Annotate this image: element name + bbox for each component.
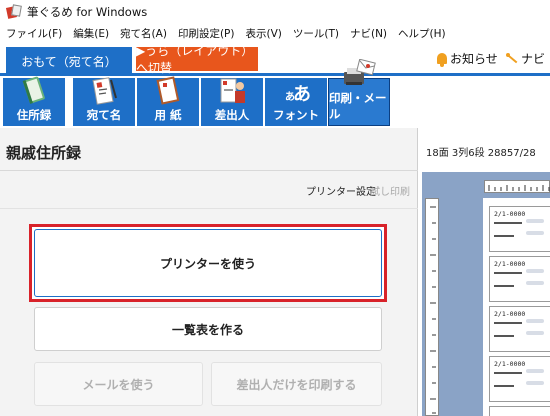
divider (0, 208, 418, 209)
toolbar-address-book-label: 住所録 (16, 108, 52, 122)
side-tab-row: おもて（宛て名） ▶うら（レイアウト）へ切替 お知らせ ナビ (0, 42, 550, 76)
address-card: 2/1-0000 (489, 306, 550, 352)
magic-wand-icon (506, 52, 518, 65)
paper-icon (151, 76, 185, 106)
toolbar-recipient-button[interactable]: 宛て名 (73, 76, 135, 126)
postcard-icon (87, 76, 121, 106)
menu-address[interactable]: 宛て名(A) (120, 26, 167, 41)
left-ruler (425, 198, 439, 416)
print-options-panel: 親戚住所録 プリンター設定 試し印刷 プリンターを使う 一覧表を作る メールを使… (0, 128, 418, 416)
menu-print-settings[interactable]: 印刷設定(P) (178, 26, 235, 41)
toolbar-sender-button[interactable]: 差出人 (201, 78, 263, 126)
card-zip: 2/1-0000 (494, 360, 526, 368)
card-zip: 2/1-0000 (494, 310, 526, 318)
toolbar-recipient-label: 宛て名 (86, 108, 122, 122)
divider (0, 170, 418, 171)
menu-help[interactable]: ヘルプ(H) (398, 26, 446, 41)
address-card: 2/1-0000 (489, 206, 550, 252)
printer-settings-link[interactable]: プリンター設定 (306, 183, 376, 198)
window-title: 筆ぐるめ for Windows (27, 5, 148, 19)
panel-title: 親戚住所録 (6, 144, 82, 162)
notice-label: お知らせ (450, 52, 498, 66)
print-sender-only-button: 差出人だけを印刷する (211, 362, 382, 406)
toolbar-print-mail-button[interactable]: 印刷・メール (328, 58, 390, 126)
toolbar-address-book-button[interactable]: 住所録 (3, 76, 65, 126)
top-ruler (484, 180, 550, 193)
menu-tools[interactable]: ツール(T) (293, 26, 339, 41)
menu-bar: ファイル(F) 編集(E) 宛て名(A) 印刷設定(P) 表示(V) ツール(T… (0, 24, 550, 42)
toolbar-font-button[interactable]: ああ フォント (265, 78, 327, 126)
address-card: 2/1-0000 (489, 356, 550, 402)
make-list-button[interactable]: 一覧表を作る (34, 307, 382, 351)
toolbar-paper-label: 用 紙 (154, 108, 182, 122)
main-toolbar: 住所録 宛て名 用 紙 差出人 ああ フォント 印刷・メール (0, 58, 550, 128)
layout-info: 18面 3列6段 28857/28 (426, 148, 536, 159)
title-bar: 筆ぐるめ for Windows (0, 0, 550, 24)
menu-navi[interactable]: ナビ(N) (350, 26, 387, 41)
navi-label: ナビ (521, 52, 546, 66)
app-icon (5, 4, 22, 19)
address-book-icon (17, 76, 51, 106)
navi-link[interactable]: ナビ (506, 50, 545, 67)
use-printer-button[interactable]: プリンターを使う (34, 229, 382, 297)
card-zip: 2/1-0000 (494, 210, 526, 218)
toolbar-font-label: フォント (273, 108, 319, 122)
bell-icon (437, 53, 447, 67)
use-mail-button: メールを使う (34, 362, 203, 406)
toolbar-print-mail-label: 印刷・メール (329, 91, 387, 121)
menu-view[interactable]: 表示(V) (245, 26, 281, 41)
address-card (489, 406, 550, 416)
layout-preview-panel: 18面 3列6段 28857/28 2/1-0000 2/1-0000 2/1-… (419, 128, 550, 416)
tab-switch-back-layout[interactable]: ▶うら（レイアウト）へ切替 (136, 44, 258, 75)
menu-edit[interactable]: 編集(E) (73, 26, 109, 41)
toolbar-paper-button[interactable]: 用 紙 (137, 76, 199, 126)
card-zip: 2/1-0000 (494, 260, 526, 268)
menu-file[interactable]: ファイル(F) (6, 26, 62, 41)
svg-text:あ: あ (293, 84, 311, 105)
toolbar-sender-label: 差出人 (214, 108, 250, 122)
font-icon: ああ (279, 76, 313, 106)
address-card: 2/1-0000 (489, 256, 550, 302)
test-print-link: 試し印刷 (370, 187, 410, 198)
sender-icon (215, 76, 249, 106)
tab-front-address[interactable]: おもて（宛て名） (6, 47, 132, 76)
print-mail-icon (342, 58, 376, 89)
preview-page: 2/1-0000 2/1-0000 2/1-0000 2/1-0000 (483, 198, 550, 416)
notice-link[interactable]: お知らせ (437, 50, 498, 67)
preview-canvas[interactable]: 2/1-0000 2/1-0000 2/1-0000 2/1-0000 (422, 172, 550, 416)
